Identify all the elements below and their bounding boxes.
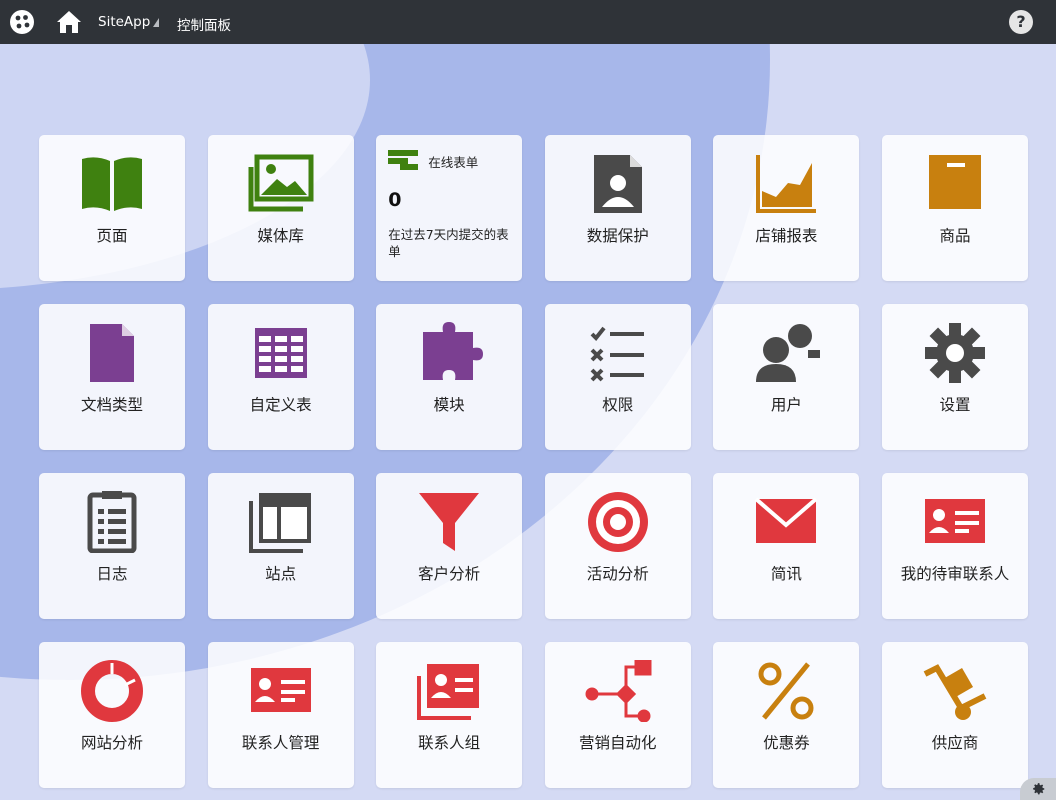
site-label: SiteApp [98,14,151,30]
tile-label: 优惠券 [763,734,810,752]
tile-label: 用户 [770,396,802,414]
site-layout-icon [248,493,311,553]
tile-book[interactable]: 页面 [39,135,185,281]
tile-percent[interactable]: 优惠券 [713,642,860,788]
tile-label: 页面 [96,227,128,245]
tile-flow-diagram[interactable]: 营销自动化 [544,642,691,788]
checklist-icon [590,326,644,382]
tile-product-box[interactable]: 商品 [882,135,1028,281]
envelope-icon [755,497,818,543]
forms-icon [388,150,419,170]
clipboard-log-icon [87,491,137,553]
tile-target[interactable]: 活动分析 [544,473,691,619]
contact-cards-stack-icon [417,664,480,720]
tile-media-images[interactable]: 媒体库 [207,135,354,281]
tile-label: 营销自动化 [579,734,657,752]
tile-gear[interactable]: 设置 [882,304,1028,450]
tile-document[interactable]: 文档类型 [39,304,185,450]
help-button[interactable]: ? [1009,10,1033,34]
area-chart-icon [756,155,817,213]
tile-puzzle[interactable]: 模块 [376,304,523,450]
tile-label: 简讯 [770,565,802,583]
data-protection-icon [593,155,642,213]
tile-checklist[interactable]: 权限 [544,304,691,450]
tile-label: 店铺报表 [755,227,818,245]
tile-contact-card[interactable]: 我的待审联系人 [882,473,1028,619]
tile-contact-card[interactable]: 联系人管理 [207,642,354,788]
contact-card-icon [925,499,985,543]
site-selector[interactable]: SiteApp [98,14,160,30]
tile-hand-truck[interactable]: 供应商 [882,642,1028,788]
tile-contact-cards-stack[interactable]: 联系人组 [376,642,523,788]
media-images-icon [248,154,314,212]
tile-label: 网站分析 [80,734,143,752]
document-icon [90,324,134,382]
tile-label: 联系人组 [418,734,481,752]
tile-label: 我的待审联系人 [900,565,1010,583]
users-icon [756,324,821,382]
tile-label: 模块 [433,396,465,414]
tile-envelope[interactable]: 简讯 [713,473,860,619]
funnel-icon [419,493,480,551]
tile-area-chart[interactable]: 店铺报表 [713,135,860,281]
top-bar: SiteApp 控制面板 ? [0,0,1056,44]
donut-chart-icon [81,660,143,722]
tile-data-protection[interactable]: 数据保护 [544,135,691,281]
tile-label: 文档类型 [80,396,143,414]
tile-funnel[interactable]: 客户分析 [376,473,523,619]
tile-site-layout[interactable]: 站点 [207,473,354,619]
puzzle-icon [423,322,484,380]
tile-online-forms[interactable]: 在线表单 0 在过去7天内提交的表单 [376,135,523,281]
product-box-icon [929,155,981,209]
tile-label: 联系人管理 [241,734,320,752]
tile-label: 站点 [265,565,297,583]
gear-icon [925,323,985,383]
tile-label: 数据保护 [586,227,649,245]
tile-label: 自定义表 [249,396,312,414]
home-icon[interactable] [56,9,82,35]
percent-icon [758,662,814,720]
hand-truck-icon [923,664,987,720]
sitecore-logo-icon[interactable] [9,9,35,35]
tile-users[interactable]: 用户 [713,304,860,450]
table-grid-icon [254,328,307,378]
tile-donut-chart[interactable]: 网站分析 [39,642,185,788]
tile-label: 客户分析 [418,565,481,583]
flow-diagram-icon [585,660,652,722]
contact-card-icon [250,668,311,712]
tile-description: 在过去7天内提交的表单 [388,227,509,259]
tile-label: 活动分析 [586,565,649,583]
dropdown-triangle-icon [153,18,160,27]
tile-clipboard-log[interactable]: 日志 [39,473,185,619]
breadcrumb[interactable]: 控制面板 [177,14,231,34]
tile-table-grid[interactable]: 自定义表 [207,304,354,450]
tile-label: 供应商 [931,734,979,752]
gear-icon [1033,783,1045,795]
target-icon [587,492,648,552]
settings-corner-button[interactable] [1020,778,1056,800]
tile-label: 媒体库 [257,227,304,245]
tile-label: 设置 [939,396,971,414]
book-icon [82,157,142,211]
tile-label: 日志 [96,565,128,583]
tile-title: 在线表单 [428,155,479,170]
forms-count: 0 [388,189,402,211]
tile-label: 权限 [602,396,634,414]
tile-label: 商品 [939,227,971,245]
